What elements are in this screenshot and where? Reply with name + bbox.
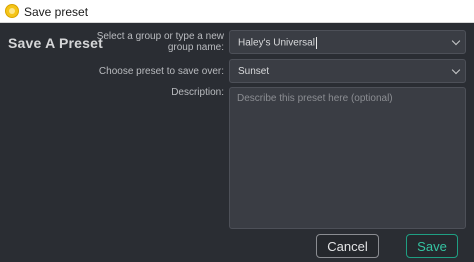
group-input-wrap[interactable]: Haley's Universal bbox=[238, 37, 317, 49]
cancel-button[interactable]: Cancel bbox=[316, 234, 379, 258]
group-label-line2: group name: bbox=[167, 42, 224, 53]
description-textarea[interactable]: Describe this preset here (optional) bbox=[229, 87, 466, 229]
description-label: Description: bbox=[171, 87, 224, 98]
chevron-down-icon[interactable] bbox=[451, 65, 461, 75]
save-preset-dialog: Save A Preset Select a group or type a n… bbox=[0, 23, 474, 262]
title-bar: Save preset bbox=[0, 0, 474, 23]
group-combobox[interactable]: Haley's Universal bbox=[229, 30, 466, 54]
window-title: Save preset bbox=[24, 5, 89, 19]
group-label-line1: Select a group or type a new bbox=[96, 31, 224, 42]
dialog-heading: Save A Preset bbox=[8, 35, 103, 51]
app-sun-icon bbox=[5, 4, 19, 18]
description-placeholder[interactable]: Describe this preset here (optional) bbox=[237, 93, 393, 104]
preset-dropdown[interactable]: Sunset bbox=[229, 59, 466, 83]
preset-label: Choose preset to save over: bbox=[98, 66, 224, 77]
preset-selected-value[interactable]: Sunset bbox=[238, 66, 269, 77]
chevron-down-icon[interactable] bbox=[451, 36, 461, 46]
group-label: Select a group or type a new group name: bbox=[96, 31, 224, 53]
group-input-value[interactable]: Haley's Universal bbox=[238, 38, 315, 49]
text-cursor bbox=[315, 37, 317, 49]
save-button[interactable]: Save bbox=[406, 234, 458, 258]
